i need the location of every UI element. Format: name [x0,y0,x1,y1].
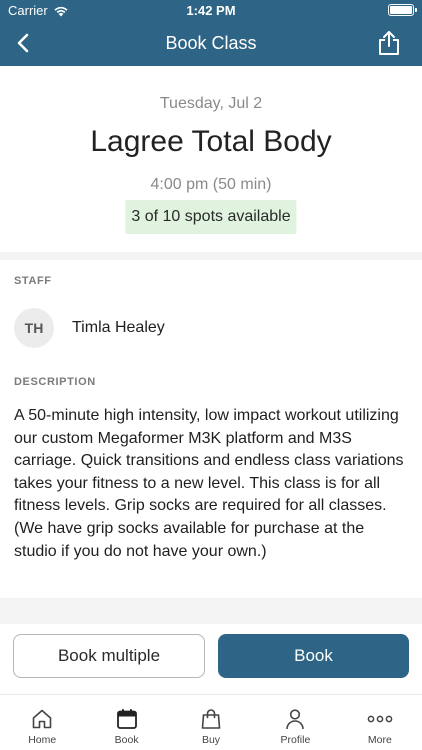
share-icon [379,31,399,55]
spots-badge: 3 of 10 spots available [125,200,297,234]
tab-book[interactable]: Book [84,695,168,750]
tab-label-more: More [367,734,392,746]
section-divider [0,252,422,260]
tab-label-home: Home [28,734,57,746]
tab-bar: Home Book Buy Profile More [0,694,422,750]
class-name: Lagree Total Body [90,125,332,158]
calendar-icon [116,709,137,729]
tab-buy[interactable]: Buy [169,695,253,750]
status-time: 1:42 PM [186,3,236,18]
tab-home[interactable]: Home [0,695,84,750]
navigation-bar: Book Class [0,20,422,66]
class-date: Tuesday, Jul 2 [159,95,263,112]
booking-actions: Book multiple Book [0,624,422,694]
class-time: 4:00 pm (50 min) [150,176,272,193]
class-header: Tuesday, Jul 2 Lagree Total Body 4:00 pm… [0,66,422,252]
book-button[interactable]: Book [218,634,409,678]
tab-label-buy: Buy [201,734,221,746]
battery-icon [388,4,417,16]
tab-label-book: Book [114,734,139,746]
staff-name: Timla Healey [72,319,165,336]
page-title: Book Class [165,33,257,53]
book-multiple-button[interactable]: Book multiple [13,634,205,678]
section-divider [0,598,422,624]
more-icon [367,715,393,723]
person-icon [286,709,305,730]
description-heading: DESCRIPTION [14,376,96,388]
tab-label-profile: Profile [280,734,311,746]
tab-profile[interactable]: Profile [253,695,337,750]
home-icon [32,709,52,729]
staff-row[interactable]: TH Timla Healey [14,308,165,348]
tab-more[interactable]: More [338,695,422,750]
status-bar: Carrier 1:42 PM [0,0,422,20]
shopping-bag-icon [201,709,221,729]
staff-heading: STAFF [14,275,52,287]
class-description: A 50-minute high intensity, low impact w… [14,407,404,560]
share-button[interactable] [374,28,404,58]
avatar: TH [14,308,54,348]
